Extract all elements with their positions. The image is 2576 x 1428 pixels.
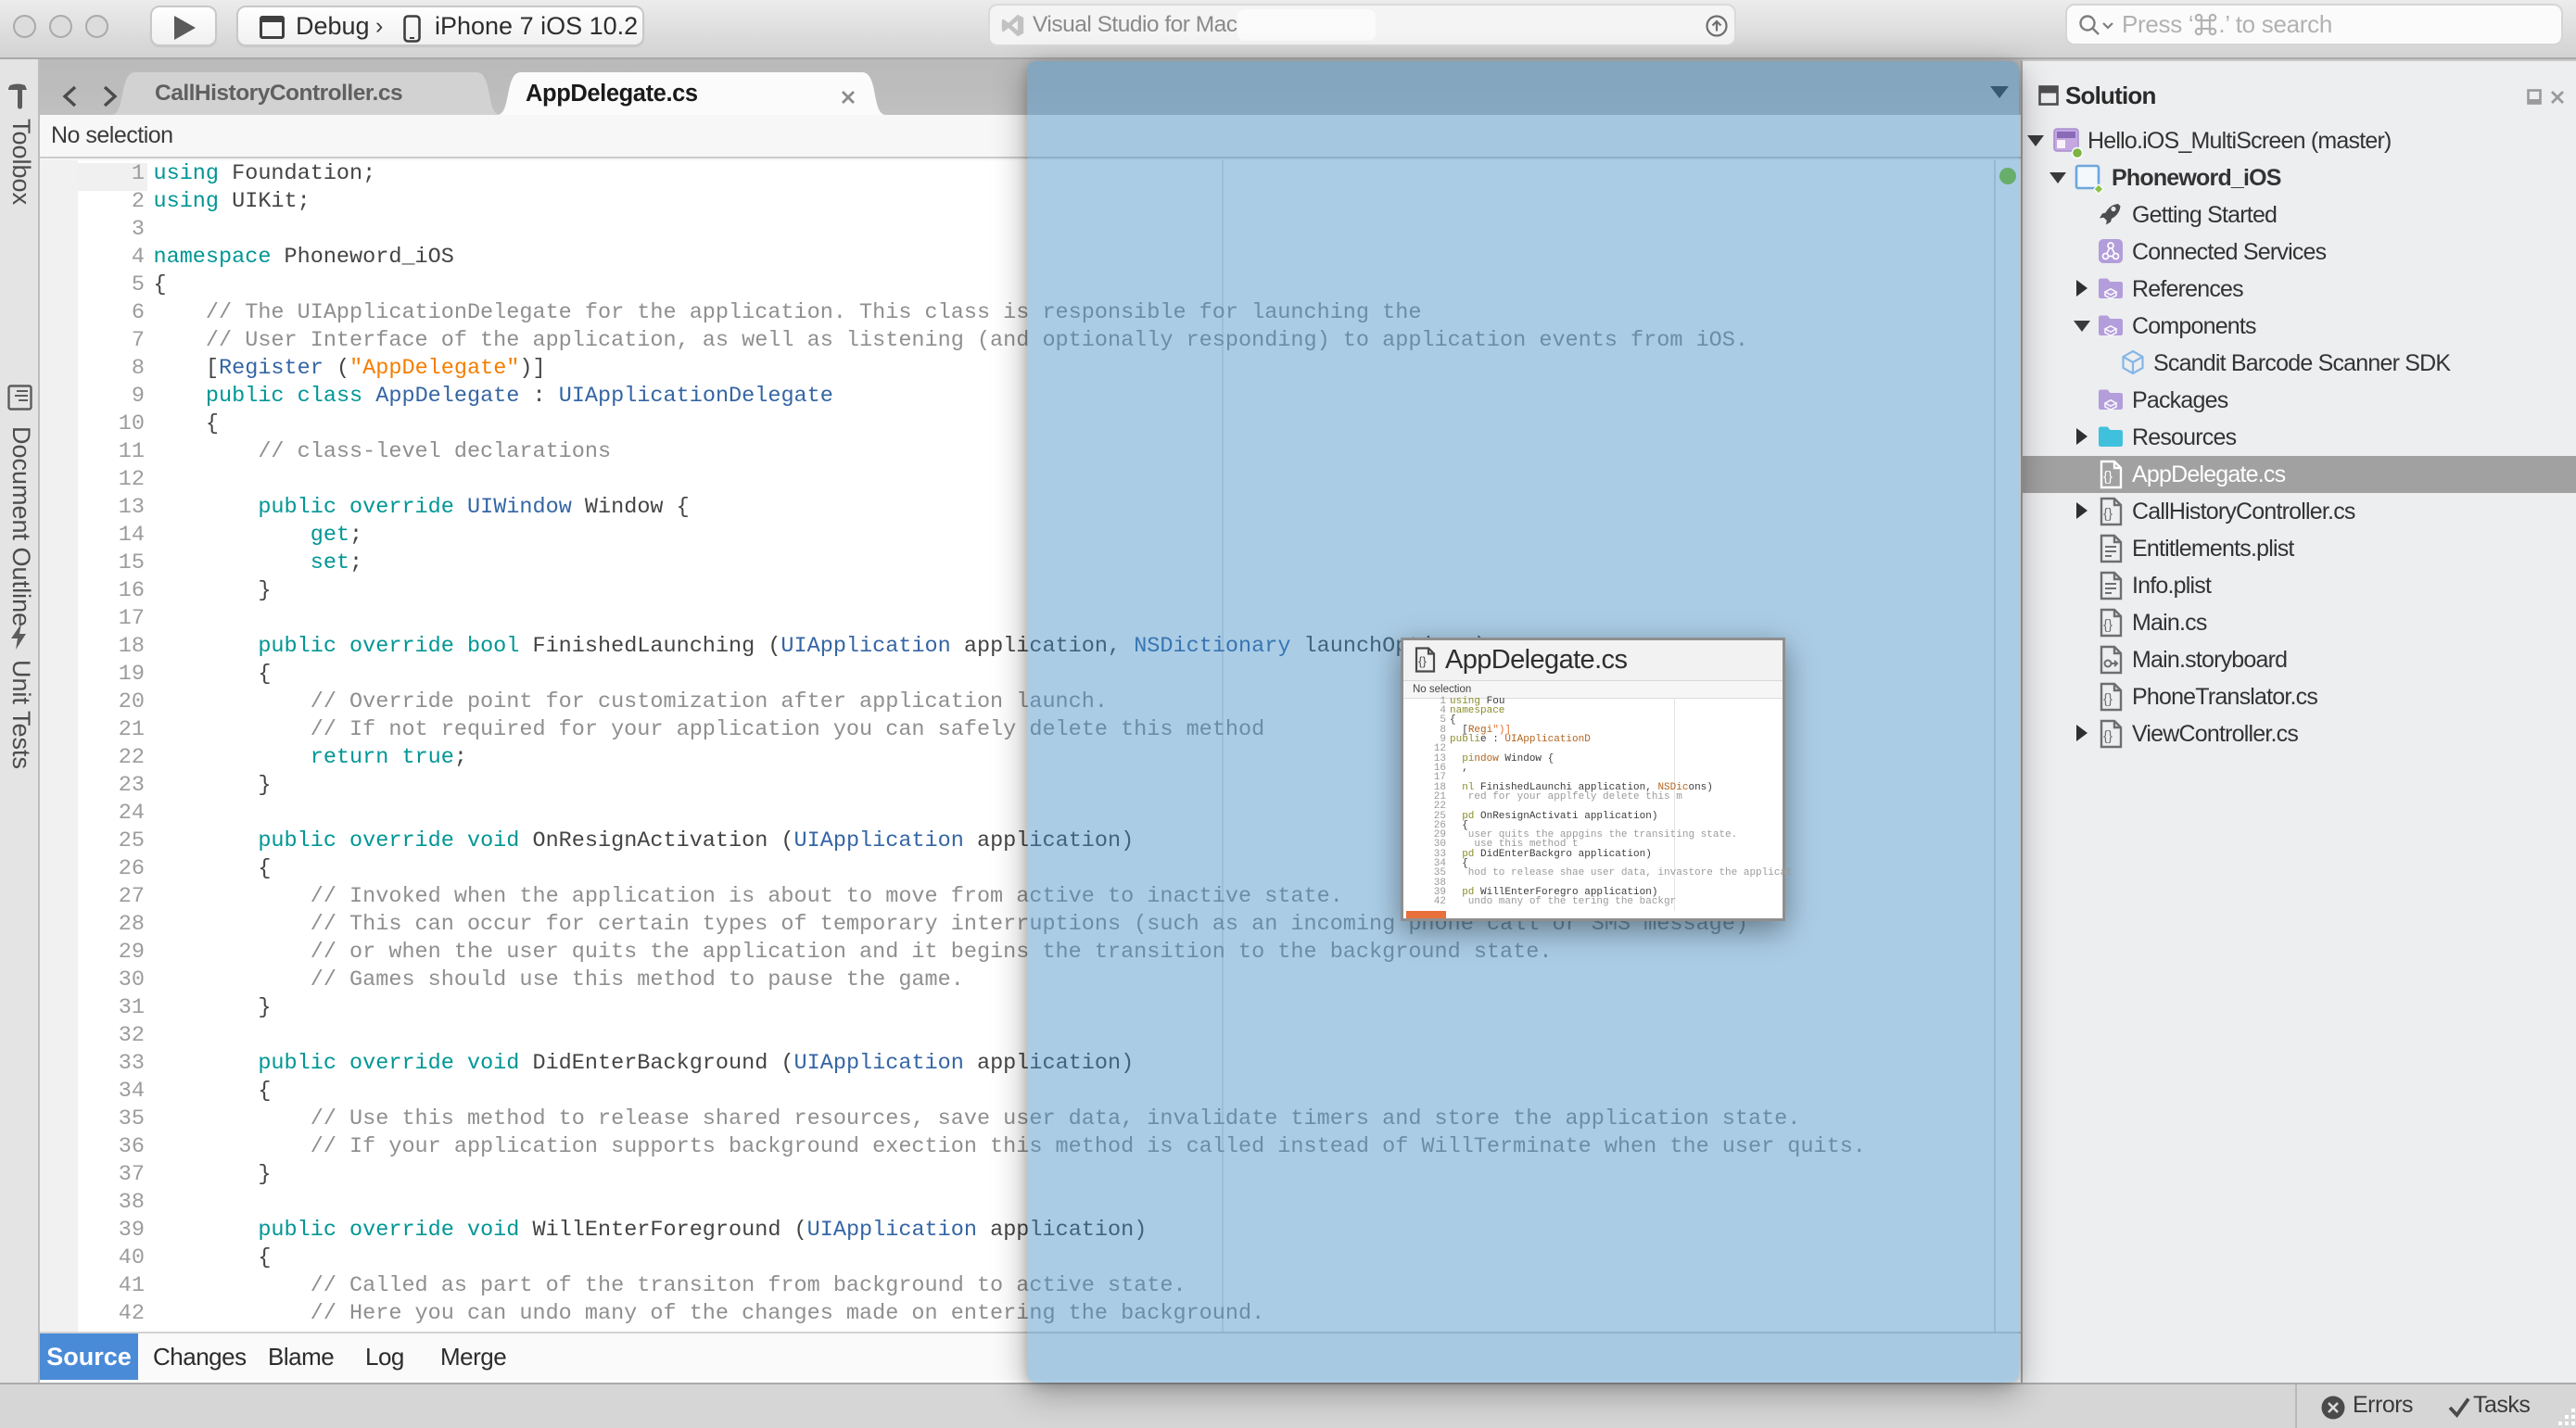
- svg-text:{}: {}: [2103, 728, 2113, 744]
- svg-text:{}: {}: [1418, 654, 1427, 668]
- svg-text:{}: {}: [2103, 691, 2113, 707]
- svg-text:{}: {}: [2103, 617, 2113, 633]
- svg-text:{}: {}: [2103, 506, 2113, 522]
- svg-text:{}: {}: [2103, 469, 2113, 485]
